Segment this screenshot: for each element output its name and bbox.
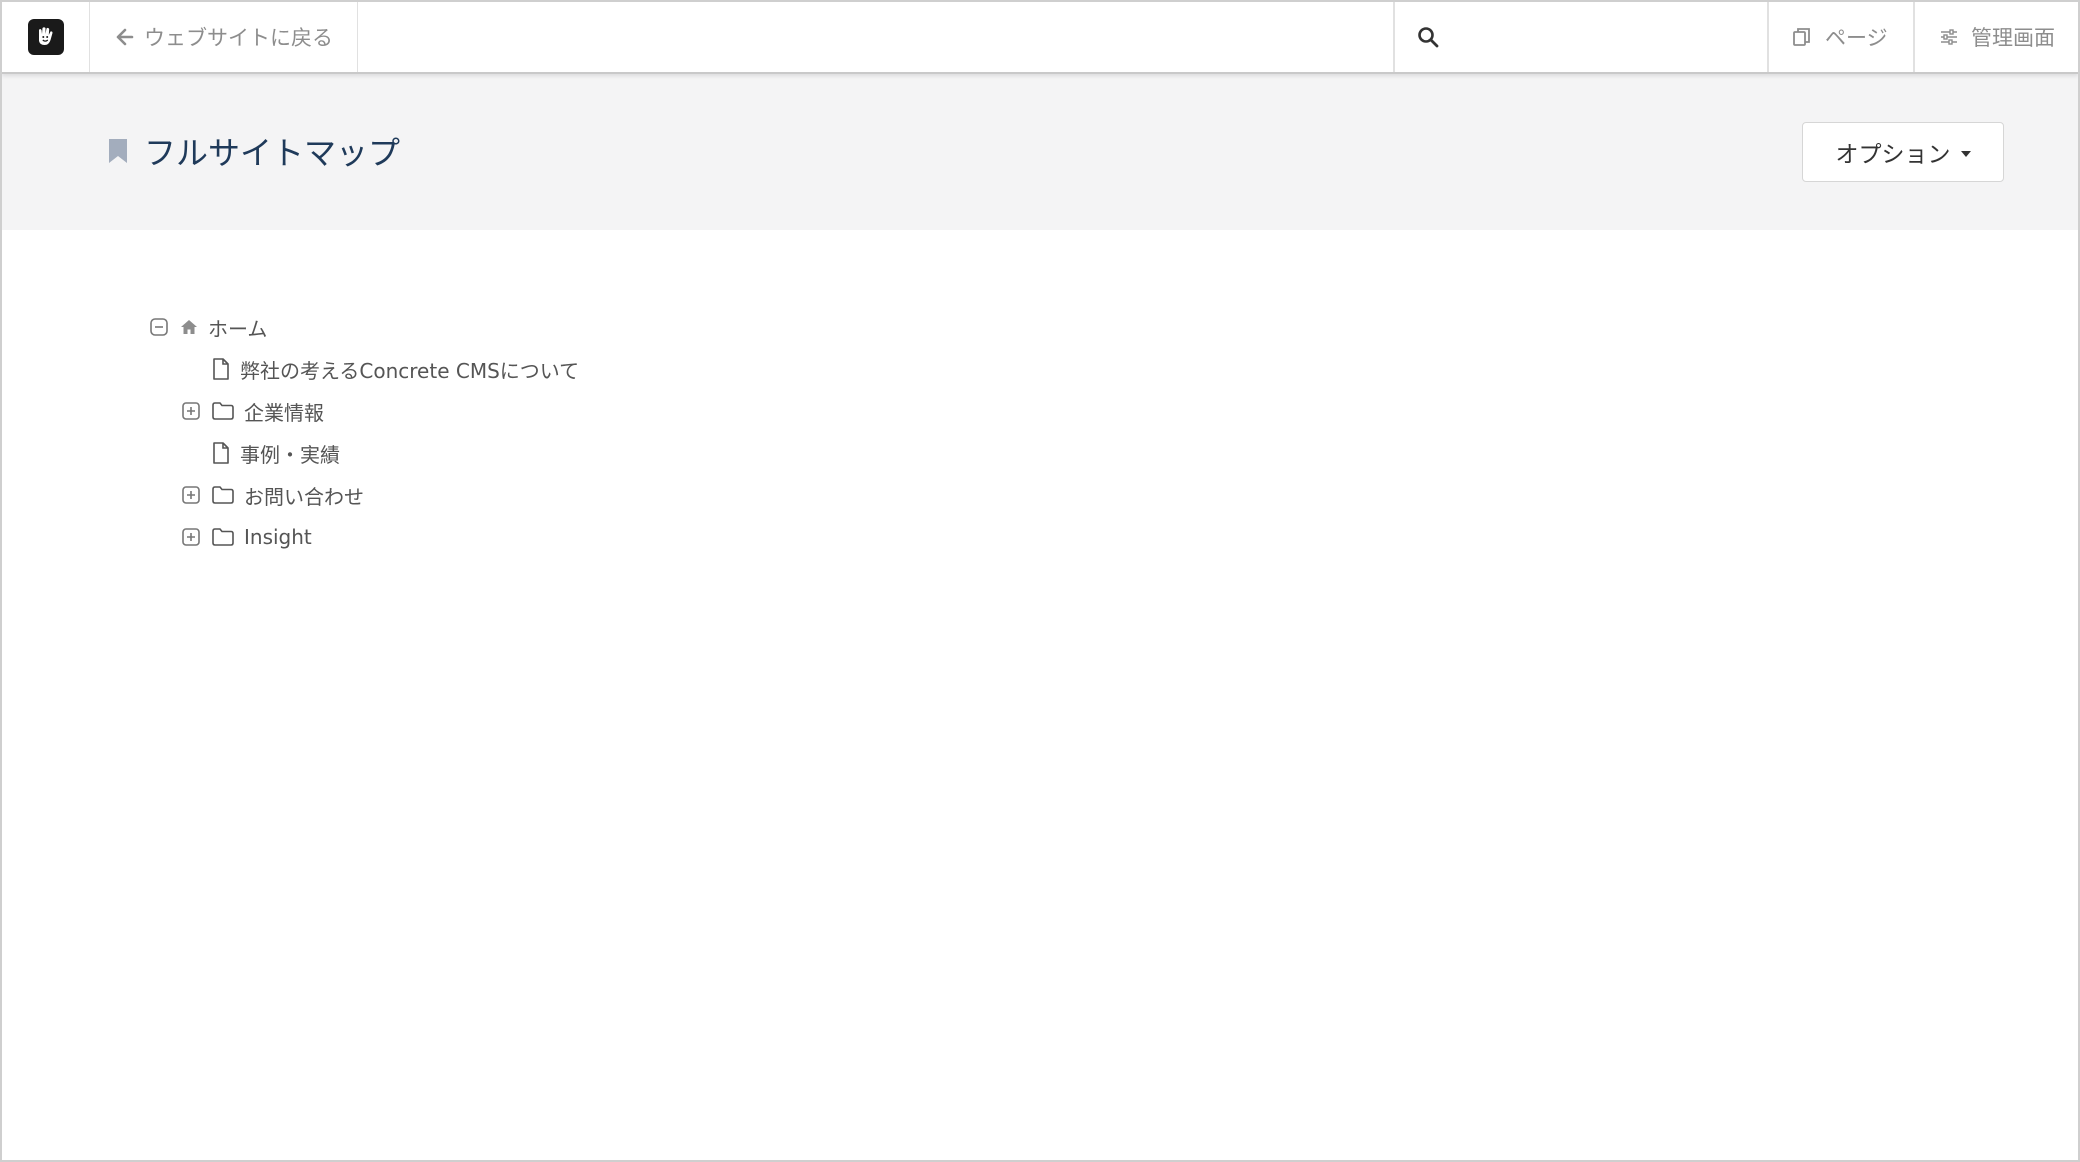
page-title-text: フルサイトマップ: [144, 134, 401, 172]
expand-plus-icon[interactable]: [182, 402, 200, 420]
page-header: フルサイトマップ オプション: [2, 74, 2078, 230]
tree-node-label[interactable]: 弊社の考えるConcrete CMSについて: [240, 355, 579, 384]
tree-node-home[interactable]: ホーム: [150, 310, 267, 344]
search-icon: [1417, 26, 1439, 48]
search-input[interactable]: [1453, 24, 1753, 50]
page-menu-button[interactable]: ページ: [1768, 2, 1914, 72]
top-toolbar: ウェブサイトに戻る ページ 管理画面: [2, 2, 2078, 74]
back-to-website-label: ウェブサイトに戻る: [144, 26, 333, 50]
expand-plus-icon[interactable]: [182, 528, 200, 546]
tree-node-label[interactable]: 企業情報: [244, 397, 324, 426]
folder-icon: [212, 402, 234, 420]
page-menu-label: ページ: [1825, 26, 1888, 50]
tree-node-folder[interactable]: お問い合わせ: [182, 478, 364, 512]
page-icon: [212, 442, 230, 464]
dashboard-button[interactable]: 管理画面: [1914, 2, 2078, 72]
collapse-minus-icon[interactable]: [150, 318, 168, 336]
arrow-left-icon: [116, 28, 134, 46]
tree-node-label[interactable]: Insight: [244, 525, 312, 549]
bookmark-icon[interactable]: [108, 138, 128, 164]
home-icon: [180, 319, 198, 335]
page-title: フルサイトマップ: [108, 128, 400, 174]
dashboard-label: 管理画面: [1971, 26, 2055, 50]
toolbar-spacer: [358, 2, 1394, 72]
options-dropdown-button[interactable]: オプション: [1802, 122, 2004, 182]
tree-node-folder[interactable]: 企業情報: [182, 394, 324, 428]
tree-node-label[interactable]: ホーム: [208, 313, 267, 342]
search-box[interactable]: [1394, 2, 1768, 72]
options-label: オプション: [1835, 142, 1951, 168]
folder-icon: [212, 528, 234, 546]
pages-icon: [1791, 26, 1813, 48]
back-to-website-button[interactable]: ウェブサイトに戻る: [90, 2, 358, 72]
tree-node-page[interactable]: 弊社の考えるConcrete CMSについて: [212, 352, 579, 386]
tree-node-label[interactable]: 事例・実績: [240, 439, 340, 468]
tree-node-page[interactable]: 事例・実績: [212, 436, 340, 470]
concrete-hand-icon[interactable]: [27, 19, 64, 55]
sliders-icon: [1939, 27, 1959, 47]
folder-icon: [212, 486, 234, 504]
tree-node-label[interactable]: お問い合わせ: [244, 481, 364, 510]
logo-cell[interactable]: [2, 2, 90, 72]
caret-down-icon: [1960, 151, 1971, 157]
app-frame: ウェブサイトに戻る ページ 管理画面 フルサイトマップ オプション ホーム 弊社…: [0, 0, 2080, 1162]
expand-plus-icon[interactable]: [182, 486, 200, 504]
tree-node-folder[interactable]: Insight: [182, 520, 312, 554]
page-icon: [212, 358, 230, 380]
